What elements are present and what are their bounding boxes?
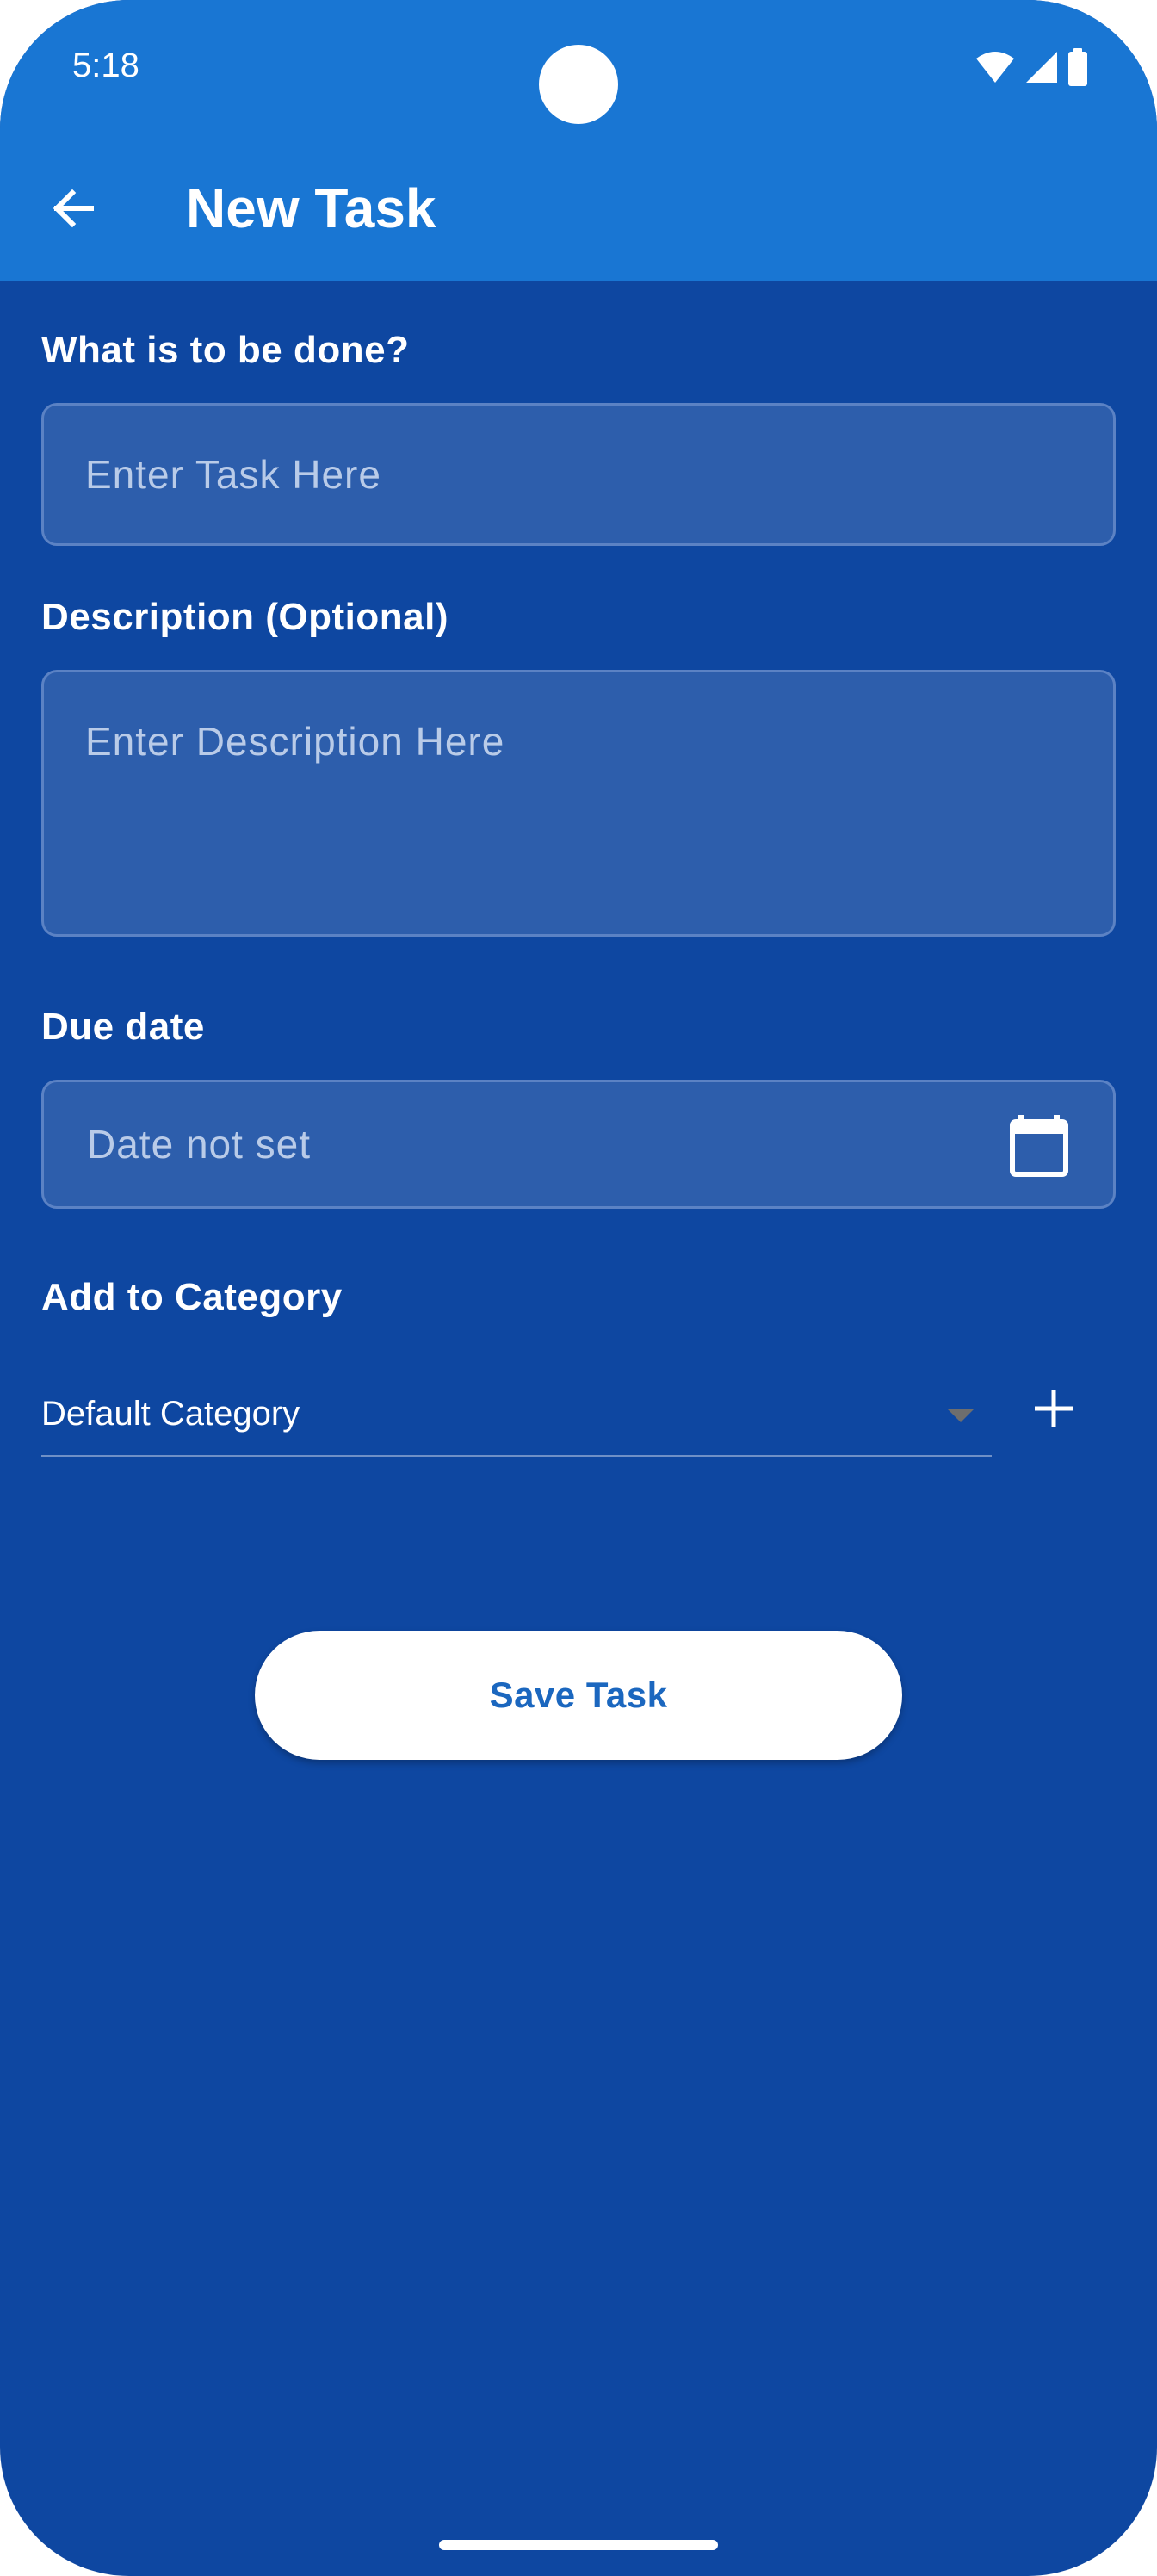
arrow-left-icon [53, 189, 94, 228]
calendar-icon[interactable] [1010, 1113, 1068, 1177]
caret-down-icon [947, 1409, 974, 1422]
wifi-icon [976, 52, 1014, 83]
phone-screen: 5:18 New Task What is to be done? Descri… [0, 0, 1157, 2576]
category-label: Add to Category [41, 1276, 343, 1318]
description-label: Description (Optional) [41, 596, 449, 638]
due-date-value: Date not set [87, 1122, 312, 1167]
due-date-field[interactable]: Date not set [41, 1080, 1116, 1209]
task-input[interactable] [41, 403, 1116, 546]
plus-icon [1035, 1390, 1073, 1427]
due-date-label: Due date [41, 1006, 205, 1048]
description-input[interactable] [41, 670, 1116, 937]
battery-icon [1068, 48, 1087, 86]
home-indicator[interactable] [439, 2540, 718, 2550]
add-category-button[interactable] [1023, 1378, 1085, 1440]
cellular-signal-icon [1026, 52, 1057, 83]
page-title: New Task [186, 177, 436, 239]
front-camera-cutout [539, 45, 618, 124]
status-icons [974, 48, 1088, 86]
save-task-button[interactable]: Save Task [255, 1631, 902, 1760]
status-time: 5:18 [72, 46, 139, 84]
back-button[interactable] [41, 177, 103, 239]
category-dropdown[interactable]: Default Category [41, 1362, 992, 1457]
task-label: What is to be done? [41, 329, 410, 371]
category-selected: Default Category [41, 1395, 300, 1433]
app-bar: 5:18 New Task [0, 0, 1157, 281]
